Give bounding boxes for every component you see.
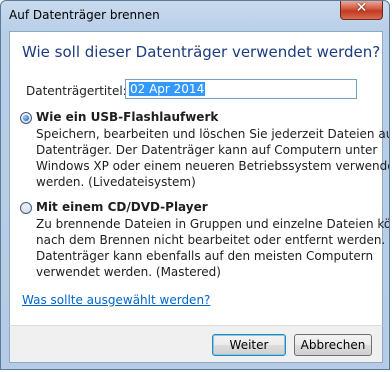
radio-cd-dvd-player[interactable] (20, 202, 32, 214)
disc-title-value: 02 Apr 2014 (129, 82, 206, 96)
next-button[interactable]: Weiter (212, 334, 286, 356)
description-line: werden. (Livedateisystem) (36, 175, 196, 189)
description-line: Speichern, bearbeiten und löschen Sie je… (36, 127, 390, 141)
close-icon: ✕ (355, 0, 368, 16)
disc-title-input[interactable]: 02 Apr 2014 (125, 79, 357, 99)
title-bar[interactable]: Auf Datenträger brennen ✕ (1, 1, 389, 31)
option-cd-dvd-label[interactable]: Mit einem CD/DVD-Player (36, 200, 208, 214)
help-link[interactable]: Was sollte ausgewählt werden? (22, 293, 210, 307)
description-line: verwendet werden. (Mastered) (36, 265, 221, 279)
radio-usb-flash[interactable] (20, 112, 32, 124)
window-title: Auf Datenträger brennen (9, 8, 160, 22)
option-usb-flash-description: Speichern, bearbeiten und löschen Sie je… (36, 126, 390, 190)
close-button[interactable]: ✕ (340, 1, 383, 20)
disc-title-label: Datenträgertitel: (26, 84, 127, 98)
description-line: Windows XP oder einem neueren Betriebssy… (36, 159, 390, 173)
description-line: Zu brennende Dateien in Gruppen und einz… (36, 217, 390, 231)
dialog-heading: Wie soll dieser Datenträger verwendet we… (22, 43, 381, 61)
description-line: nach dem Brennen nicht bearbeitet oder e… (36, 233, 390, 247)
option-cd-dvd-description: Zu brennende Dateien in Gruppen und einz… (36, 216, 390, 280)
description-line: Datenträger. Der Datenträger kann auf Co… (36, 143, 378, 157)
option-usb-flash-label[interactable]: Wie ein USB-Flashlaufwerk (36, 110, 218, 124)
burn-disc-dialog: Auf Datenträger brennen ✕ Wie soll diese… (0, 0, 390, 370)
description-line: Datenträger kann ebenfalls auf den meist… (36, 249, 374, 263)
dialog-content: Wie soll dieser Datenträger verwendet we… (9, 31, 390, 325)
dialog-footer: Weiter Abbrechen (9, 325, 383, 363)
cancel-button[interactable]: Abbrechen (294, 334, 372, 356)
